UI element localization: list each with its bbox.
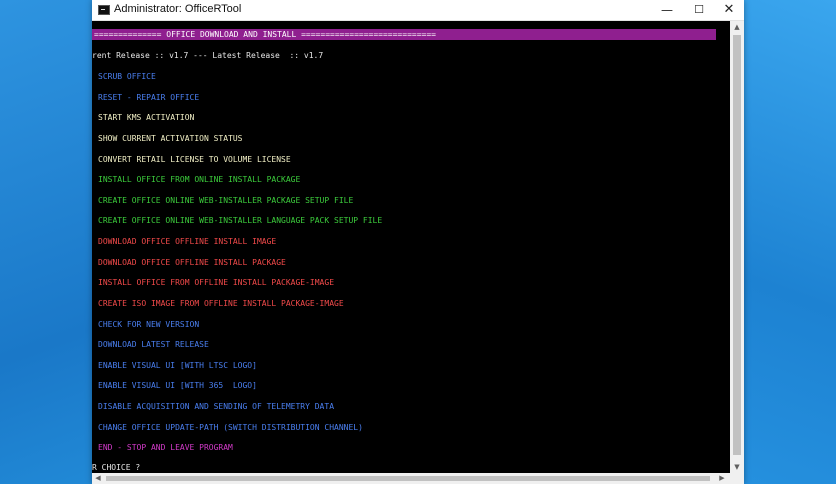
vertical-scrollbar[interactable]: ▲ ▼ <box>730 21 744 473</box>
menu-option: CREATE ISO IMAGE FROM OFFLINE INSTALL PA… <box>98 299 344 308</box>
menu-option: START KMS ACTIVATION <box>98 113 195 122</box>
menu-option: SCRUB OFFICE <box>98 72 156 81</box>
menu-option: DOWNLOAD OFFICE OFFLINE INSTALL IMAGE <box>98 237 277 246</box>
menu-option: CHECK FOR NEW VERSION <box>98 320 200 329</box>
window-title: Administrator: OfficeRTool <box>114 3 242 15</box>
scrollbar-corner <box>730 473 744 484</box>
close-button[interactable]: ✕ <box>714 0 744 20</box>
scroll-left-arrow-icon[interactable]: ◀ <box>92 473 104 484</box>
desktop-background-left <box>0 0 92 484</box>
scroll-right-arrow-icon[interactable]: ▶ <box>716 473 728 484</box>
menu-option: CONVERT RETAIL LICENSE TO VOLUME LICENSE <box>98 155 291 164</box>
minimize-button[interactable]: — <box>650 0 684 20</box>
menu-option: DISABLE ACQUISITION AND SENDING OF TELEM… <box>98 402 335 411</box>
menu-option: CREATE OFFICE ONLINE WEB-INSTALLER PACKA… <box>98 196 354 205</box>
menu-option: ENABLE VISUAL UI [WITH 365 LOGO] <box>98 381 257 390</box>
menu-option: CREATE OFFICE ONLINE WEB-INSTALLER LANGU… <box>98 216 383 225</box>
menu-option: DOWNLOAD OFFICE OFFLINE INSTALL PACKAGE <box>98 258 286 267</box>
console-window[interactable]: Administrator: OfficeRTool — ☐ ✕ =======… <box>92 0 744 484</box>
vertical-scroll-thumb[interactable] <box>733 35 741 455</box>
title-bar[interactable]: Administrator: OfficeRTool — ☐ ✕ <box>92 0 744 21</box>
release-version-line: rent Release :: v1.7 --- Latest Release … <box>92 51 324 60</box>
menu-option: END - STOP AND LEAVE PROGRAM <box>98 443 233 452</box>
horizontal-scrollbar[interactable]: ◀ ▶ <box>92 473 730 484</box>
menu-option: RESET - REPAIR OFFICE <box>98 93 200 102</box>
menu-option: SHOW CURRENT ACTIVATION STATUS <box>98 134 243 143</box>
section-header: ============== OFFICE DOWNLOAD AND INSTA… <box>94 30 436 39</box>
menu-option: DOWNLOAD LATEST RELEASE <box>98 340 209 349</box>
scroll-up-arrow-icon[interactable]: ▲ <box>730 21 744 33</box>
menu-option: INSTALL OFFICE FROM ONLINE INSTALL PACKA… <box>98 175 301 184</box>
menu-option: ENABLE VISUAL UI [WITH LTSC LOGO] <box>98 361 257 370</box>
menu-option: CHANGE OFFICE UPDATE-PATH (SWITCH DISTRI… <box>98 423 363 432</box>
horizontal-scroll-thumb[interactable] <box>106 476 710 481</box>
desktop-background-right <box>744 0 836 484</box>
maximize-button[interactable]: ☐ <box>682 0 716 20</box>
console-app-icon <box>98 5 110 15</box>
console-output[interactable]: ============== OFFICE DOWNLOAD AND INSTA… <box>92 21 730 473</box>
choice-prompt[interactable]: R CHOICE ? <box>92 463 140 473</box>
scroll-down-arrow-icon[interactable]: ▼ <box>730 461 744 473</box>
menu-option: INSTALL OFFICE FROM OFFLINE INSTALL PACK… <box>98 278 335 287</box>
